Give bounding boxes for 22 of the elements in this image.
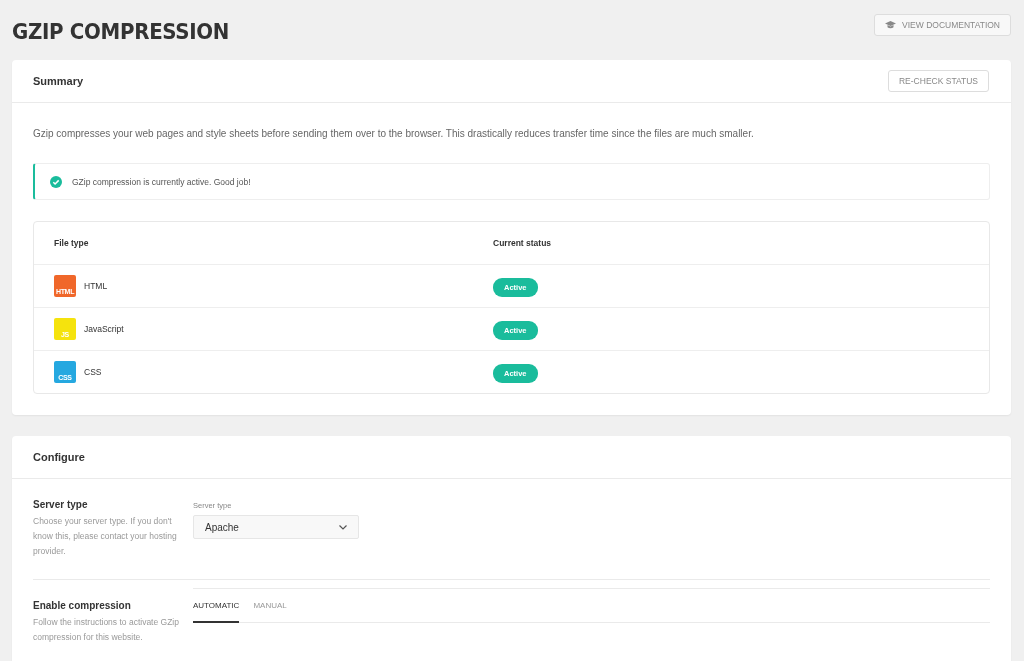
file-type-name: HTML [84,281,108,291]
check-circle-icon [50,175,62,188]
card-title: Configure [33,451,85,463]
section-description: Follow the instructions to activate GZip compression for this website. [33,616,180,644]
section-description: Choose your server type. If you don't know this, please contact your hosting provider. [33,515,178,558]
view-documentation-button[interactable]: VIEW DOCUMENTATION [874,14,1011,36]
file-type-name: JavaScript [84,324,124,334]
tab[interactable]: MANUAL [253,589,287,623]
chevron-down-icon [339,524,347,530]
column-header: File type [54,238,90,248]
re-check-status-button[interactable]: RE-CHECK STATUS [887,70,989,92]
column-header: Current status [493,238,552,248]
section-title: Server type [33,499,89,510]
notice-text: GZip compression is currently active. Good job! [72,176,251,187]
server-type-select[interactable]: Apache [193,515,359,539]
section-title: Enable compression [33,600,132,611]
card-title: Summary [33,75,84,87]
page-title: GZIP COMPRESSION [12,17,230,44]
graduation-cap-icon [885,21,897,29]
tab[interactable]: AUTOMATIC [193,589,240,623]
description-text: Gzip compresses your web pages and style sheets before sending them over to the browser. This drastically reduces transfer time since the files are much smaller. [33,127,755,141]
file-type-name: CSS [84,367,102,377]
